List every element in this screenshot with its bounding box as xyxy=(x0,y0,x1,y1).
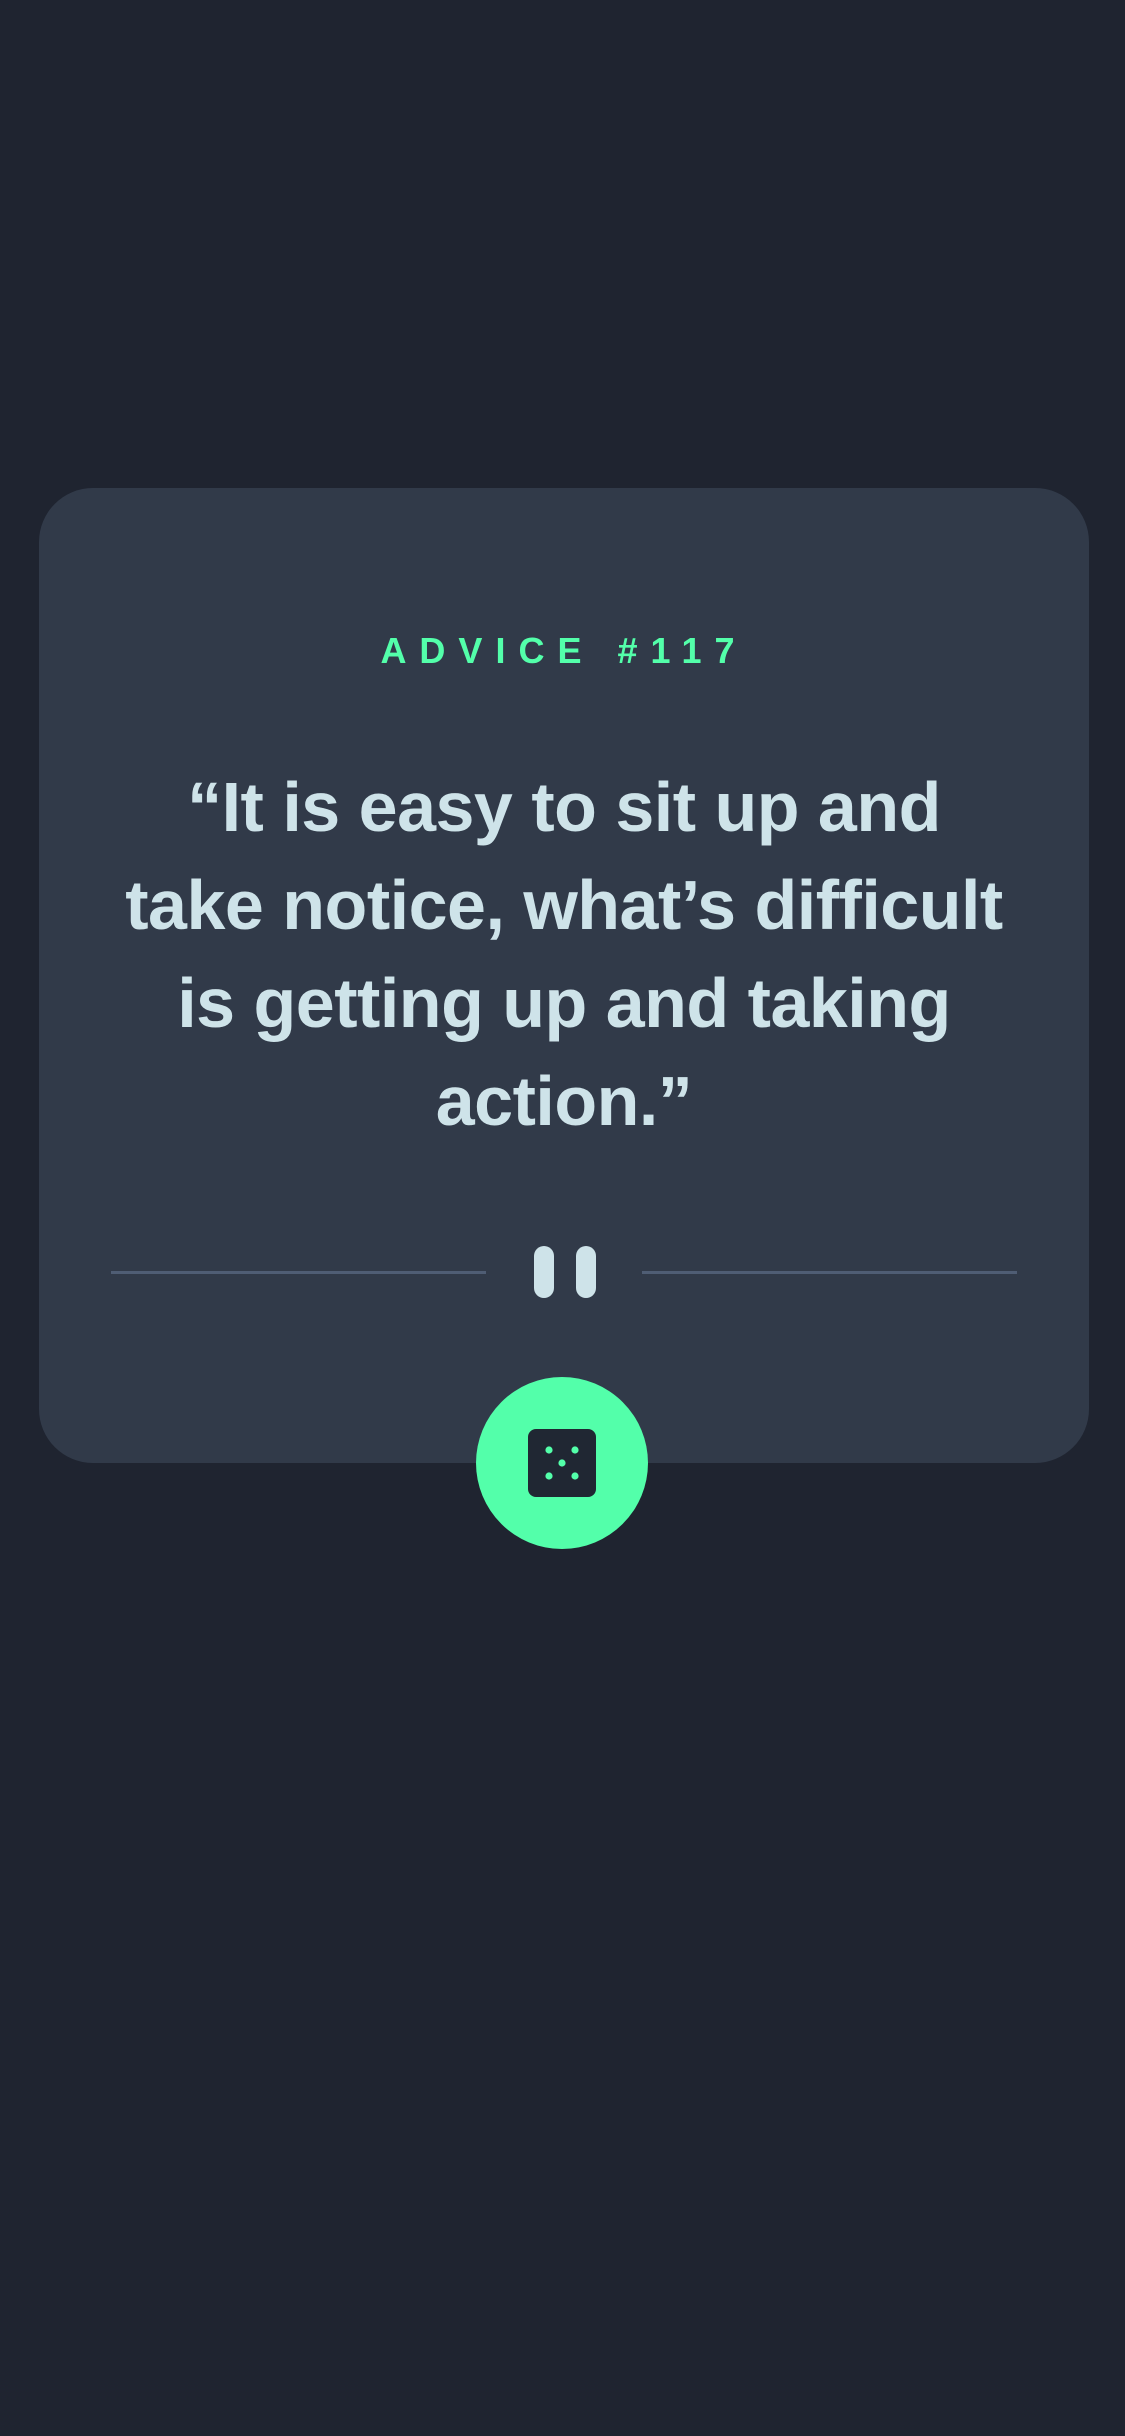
advice-quote: “It is easy to sit up and take notice, w… xyxy=(125,768,1003,1140)
new-advice-dice-button[interactable] xyxy=(476,1377,648,1549)
advice-card: ADVICE #117 “It is easy to sit up and ta… xyxy=(39,488,1089,1463)
pause-bar-left xyxy=(534,1246,554,1298)
pause-icon xyxy=(534,1246,596,1298)
dice-icon xyxy=(528,1429,596,1497)
divider-line-right xyxy=(642,1271,1017,1274)
advice-id-label: ADVICE #117 xyxy=(380,630,748,671)
divider-line-left xyxy=(111,1271,486,1274)
pause-bar-right xyxy=(576,1246,596,1298)
